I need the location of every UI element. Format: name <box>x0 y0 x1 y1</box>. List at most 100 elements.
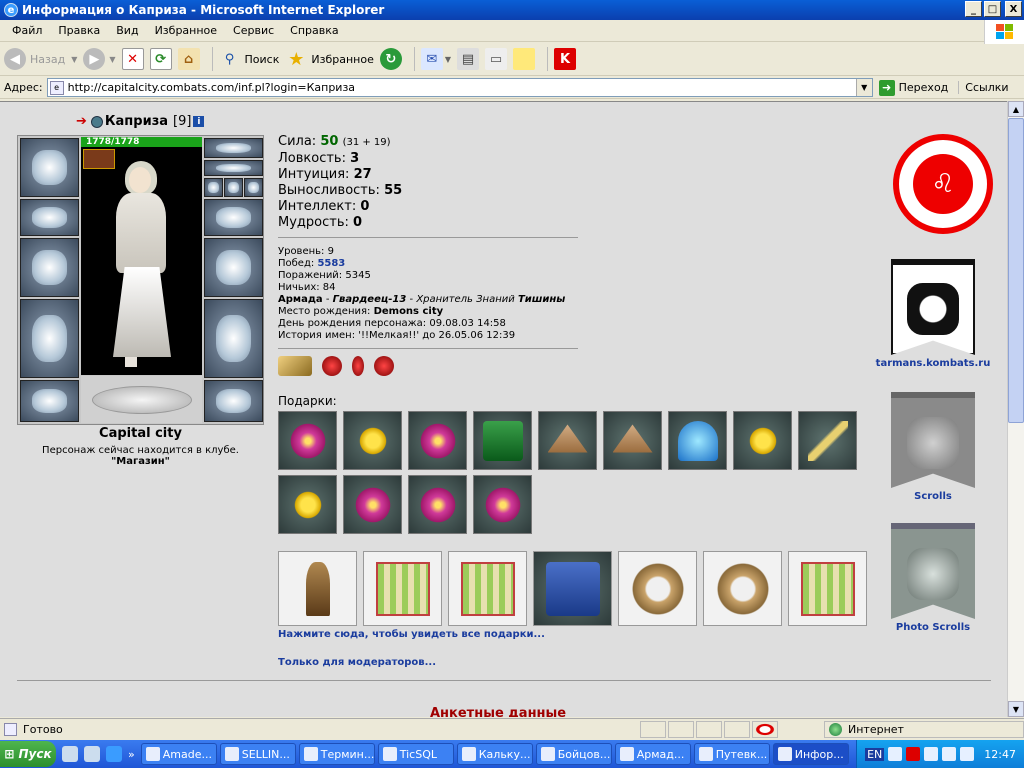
scroll-up-icon[interactable]: ▲ <box>1008 101 1024 117</box>
slot-ring-3[interactable] <box>244 178 263 197</box>
big-gift-item[interactable] <box>788 551 867 626</box>
slot-amulet[interactable] <box>204 160 263 176</box>
scroll-down-icon[interactable]: ▼ <box>1008 701 1024 717</box>
slot-legs[interactable] <box>204 299 263 378</box>
red-flower-badge-icon[interactable] <box>322 356 342 376</box>
slot-bracers[interactable] <box>20 199 79 236</box>
tray-icon[interactable] <box>942 747 957 761</box>
tarmans-banner[interactable]: tarmans.kombats.ru <box>876 259 990 369</box>
kaspersky-tray-icon[interactable] <box>906 747 921 761</box>
slot-armor[interactable] <box>20 299 79 378</box>
taskbar-task[interactable]: Путевк... <box>693 743 770 765</box>
menu-edit[interactable]: Правка <box>50 24 108 37</box>
go-button[interactable]: ➜ Переход <box>878 79 948 96</box>
slot-shield[interactable] <box>204 238 263 297</box>
rings-badge-icon[interactable] <box>278 356 312 376</box>
slot-ring-2[interactable] <box>224 178 243 197</box>
scrolls-link[interactable]: Scrolls <box>914 491 952 502</box>
favorites-button[interactable]: ★ Избранное <box>285 45 374 73</box>
slot-boots[interactable] <box>204 380 263 422</box>
red-medal-badge-icon[interactable] <box>352 356 364 376</box>
gift-item[interactable] <box>668 411 727 470</box>
tray-icon[interactable] <box>960 747 975 761</box>
slot-ring-1[interactable] <box>204 178 223 197</box>
language-indicator[interactable]: EN <box>865 747 885 761</box>
history-button[interactable]: ↻ <box>379 45 402 73</box>
taskbar-task[interactable]: TicSQL <box>377 743 454 765</box>
scrolls-banner[interactable]: Scrolls <box>883 392 983 502</box>
address-input[interactable]: e http://capitalcity.combats.com/inf.pl?… <box>46 78 873 97</box>
big-gift-item[interactable] <box>533 551 612 626</box>
start-button[interactable]: ⊞ Пуск <box>0 741 56 767</box>
big-gift-item[interactable] <box>618 551 697 626</box>
taskbar-task[interactable]: Термин... <box>298 743 375 765</box>
menu-file[interactable]: Файл <box>4 24 50 37</box>
gift-item[interactable] <box>408 411 467 470</box>
popup-blocked-icon[interactable] <box>752 720 778 738</box>
forward-button[interactable]: ▶ ▼ <box>83 45 116 73</box>
big-gift-item[interactable] <box>363 551 442 626</box>
print-button[interactable]: ▤ <box>457 45 479 73</box>
chevron-right-icon[interactable]: » <box>128 748 135 761</box>
clan-icon[interactable] <box>90 115 103 128</box>
menu-view[interactable]: Вид <box>108 24 146 37</box>
chevron-down-icon[interactable]: ▼ <box>855 79 872 96</box>
moderators-link[interactable]: Только для модераторов... <box>278 657 436 668</box>
close-button[interactable]: X <box>1005 1 1022 17</box>
red-star-badge-icon[interactable] <box>374 356 394 376</box>
photo-scrolls-link[interactable]: Photo Scrolls <box>896 622 970 633</box>
slot-weapon[interactable] <box>20 238 79 297</box>
gift-item[interactable] <box>278 475 337 534</box>
gift-item[interactable] <box>538 411 597 470</box>
gift-item[interactable] <box>798 411 857 470</box>
tarmans-link[interactable]: tarmans.kombats.ru <box>876 358 991 369</box>
minimize-button[interactable]: _ <box>965 1 982 17</box>
big-gift-item[interactable] <box>278 551 357 626</box>
home-button[interactable]: ⌂ <box>177 45 200 73</box>
arrow-icon[interactable]: ➔ <box>76 114 87 129</box>
quicklaunch-icon[interactable] <box>84 746 100 762</box>
stop-button[interactable]: ✕ <box>121 45 144 73</box>
tray-icon[interactable] <box>924 747 939 761</box>
big-gift-item[interactable] <box>703 551 782 626</box>
scroll-thumb[interactable] <box>1008 118 1024 423</box>
gift-item[interactable] <box>343 475 402 534</box>
gift-item[interactable] <box>343 411 402 470</box>
lion-emblem-icon[interactable]: ♌ <box>893 134 993 234</box>
back-button[interactable]: ◀ Назад ▼ <box>4 45 77 73</box>
photo-scrolls-banner[interactable]: Photo Scrolls <box>883 523 983 633</box>
slot-earrings[interactable] <box>204 138 263 158</box>
taskbar-task[interactable]: Армад... <box>614 743 691 765</box>
slot-belt[interactable] <box>20 380 79 422</box>
taskbar-task[interactable]: Бойцов... <box>535 743 612 765</box>
see-all-gifts-link[interactable]: Нажмите сюда, чтобы увидеть все подарки.… <box>278 629 545 640</box>
slot-gloves[interactable] <box>204 199 263 236</box>
refresh-button[interactable]: ⟳ <box>149 45 172 73</box>
big-gift-item[interactable] <box>448 551 527 626</box>
quicklaunch-icon[interactable] <box>62 746 78 762</box>
vertical-scrollbar[interactable]: ▲ ▼ <box>1007 101 1024 717</box>
gift-item[interactable] <box>603 411 662 470</box>
gift-item[interactable] <box>278 411 337 470</box>
slot-helmet[interactable] <box>20 138 79 197</box>
info-icon[interactable]: i <box>193 116 205 127</box>
ie-quicklaunch-icon[interactable] <box>106 746 122 762</box>
taskbar-task[interactable]: Amade... <box>140 743 217 765</box>
taskbar-task[interactable]: Инфор... <box>772 743 849 765</box>
search-button[interactable]: ⚲ Поиск <box>219 45 280 73</box>
mail-button[interactable]: ✉ ▼ <box>420 45 451 73</box>
notes-button[interactable] <box>513 45 535 73</box>
links-button[interactable]: Ссылки <box>958 81 1009 94</box>
taskbar-task[interactable]: SELLIN... <box>219 743 296 765</box>
menu-help[interactable]: Справка <box>282 24 346 37</box>
gift-item[interactable] <box>473 475 532 534</box>
menu-tools[interactable]: Сервис <box>225 24 282 37</box>
maximize-button[interactable]: □ <box>984 1 1001 17</box>
menu-favorites[interactable]: Избранное <box>147 24 225 37</box>
taskbar-task[interactable]: Кальку... <box>456 743 533 765</box>
edit-button[interactable]: ▭ <box>485 45 507 73</box>
gift-item[interactable] <box>733 411 792 470</box>
kaspersky-button[interactable]: K <box>554 45 576 73</box>
effect-icon[interactable] <box>83 149 115 169</box>
tray-icon[interactable] <box>888 747 903 761</box>
